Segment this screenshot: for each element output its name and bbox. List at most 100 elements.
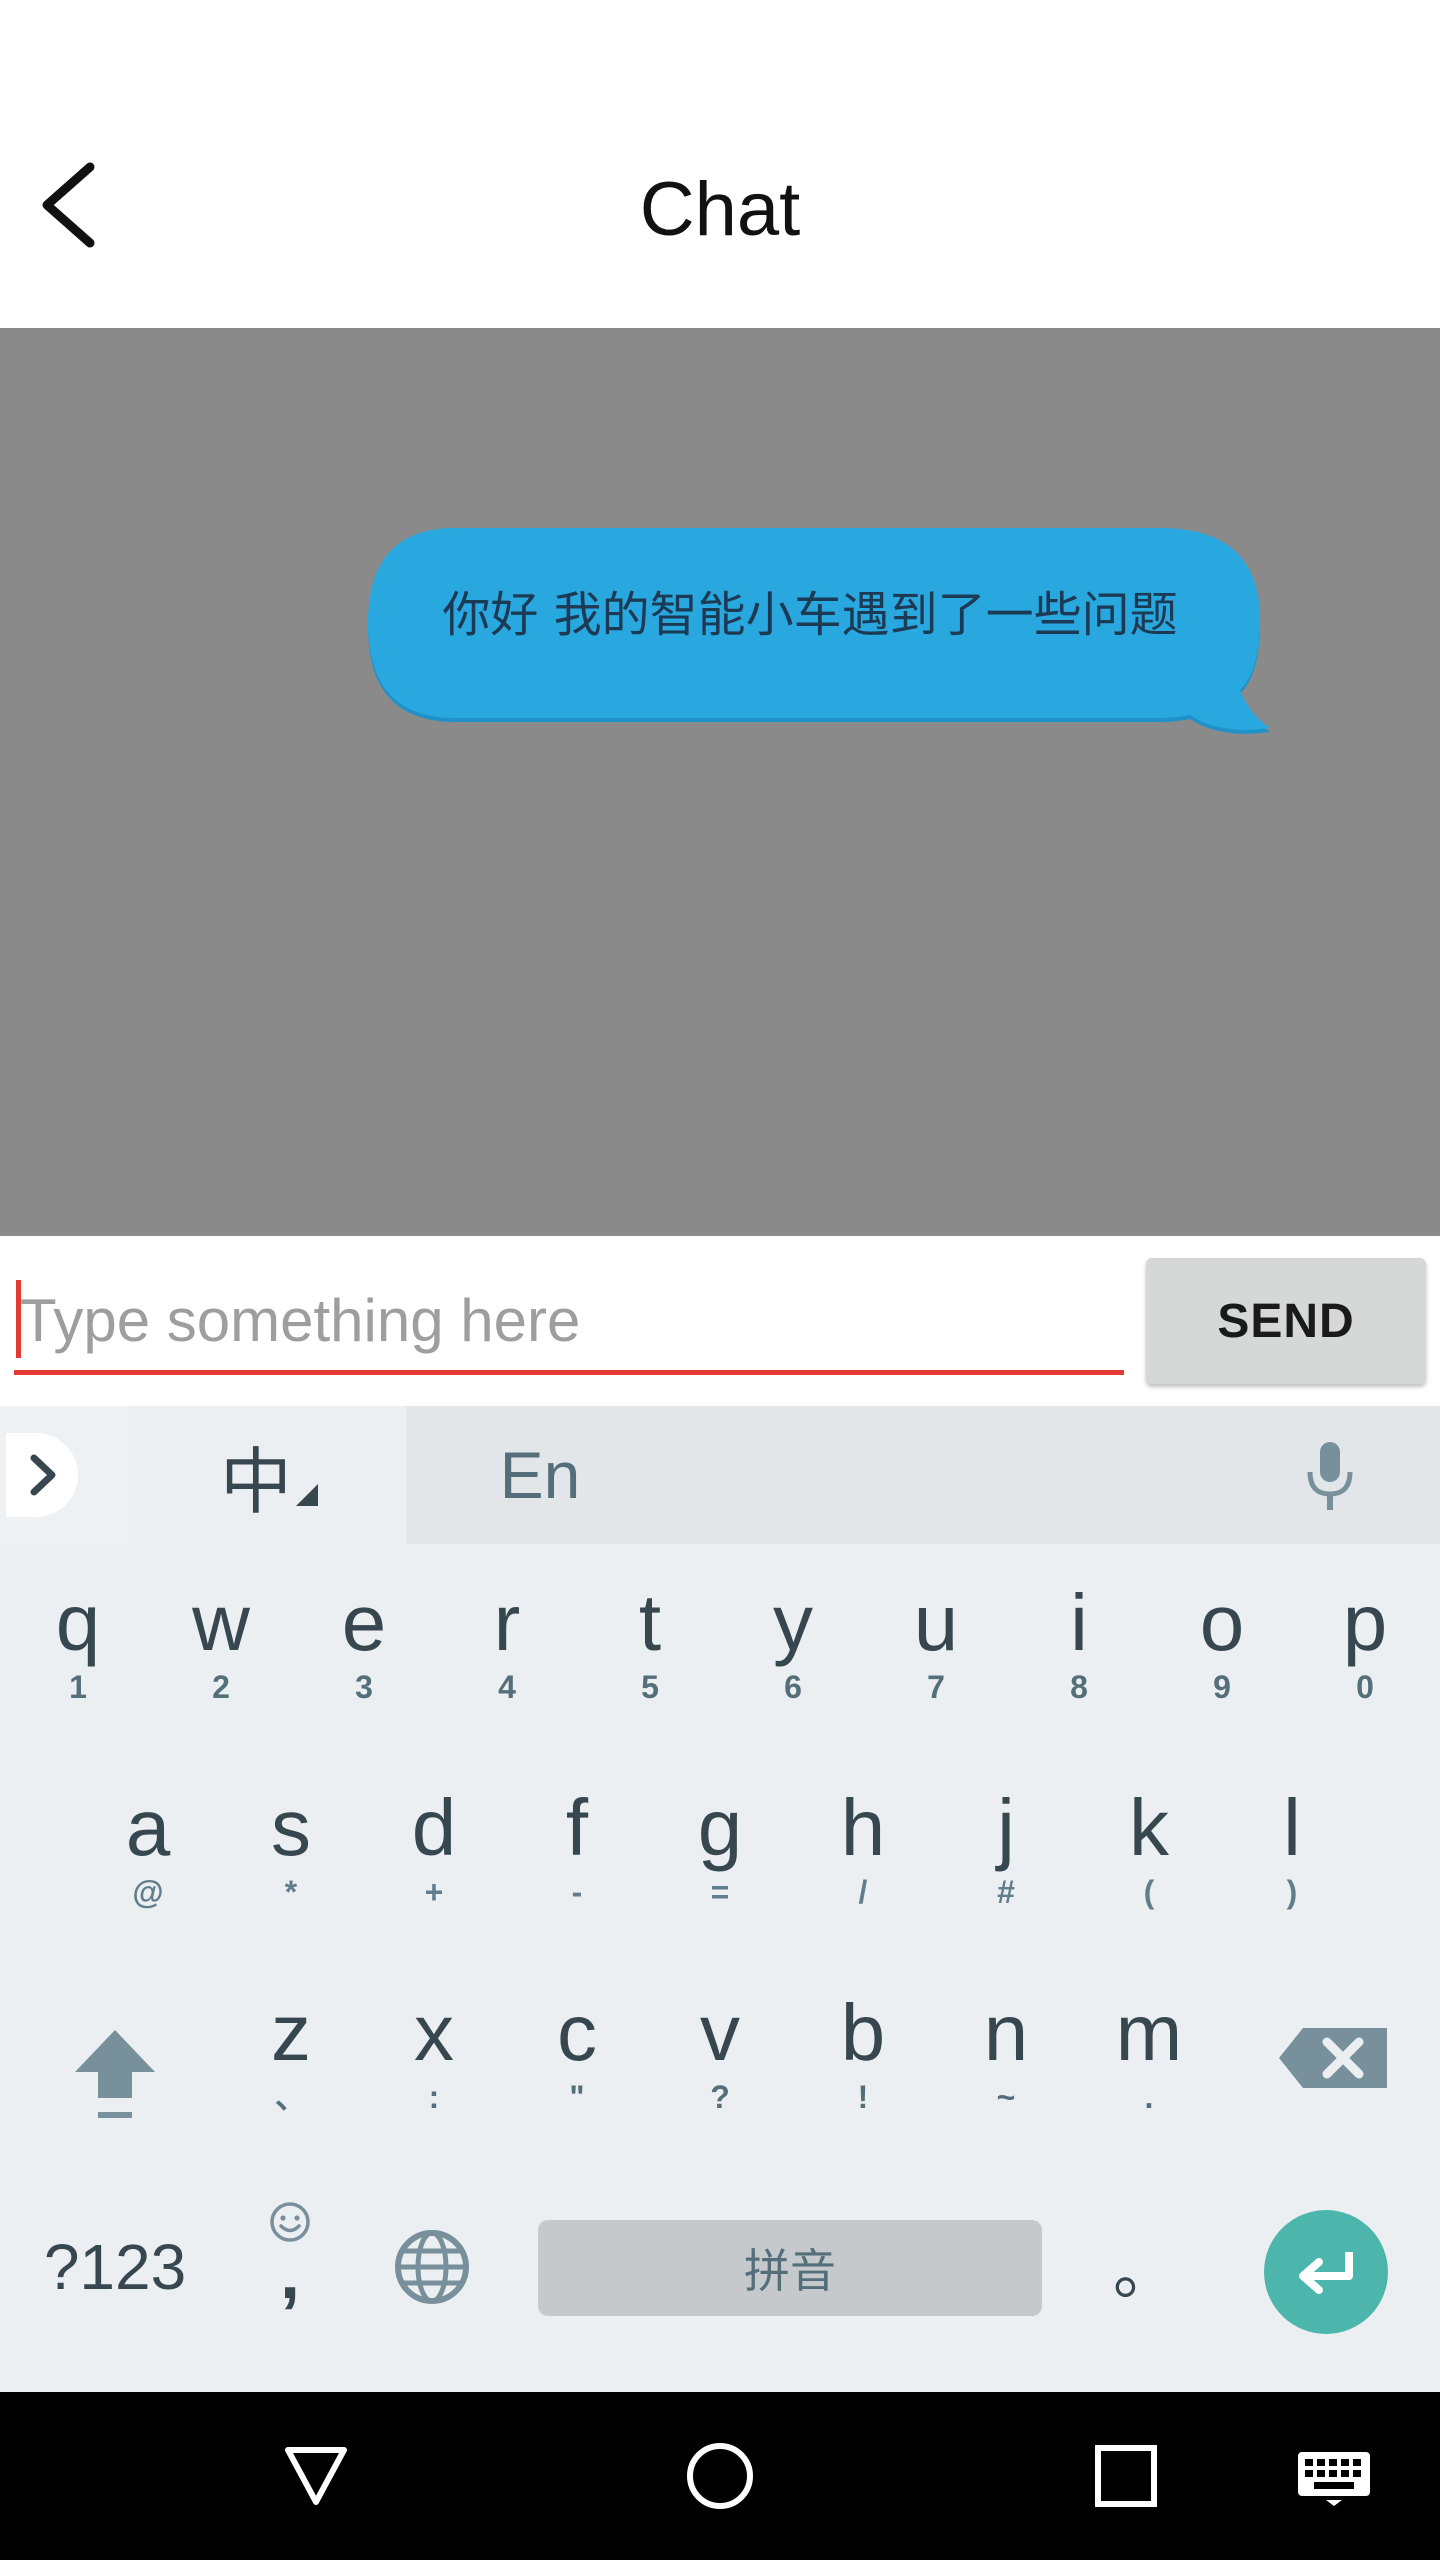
key-secondary-label: = [710, 1874, 730, 1910]
nav-recents-button[interactable] [1090, 2440, 1162, 2512]
key-label: o [1199, 1578, 1245, 1667]
key-d[interactable]: d + [369, 1780, 499, 1908]
key-label: e [341, 1578, 387, 1667]
key-secondary-label: 7 [927, 1669, 945, 1705]
key-e[interactable]: e3 [299, 1575, 429, 1703]
nav-home-button[interactable] [684, 2440, 756, 2512]
key-secondary-label: 4 [498, 1669, 516, 1705]
key-secondary-label: ? [710, 2079, 730, 2115]
language-chinese-button[interactable]: 中 [132, 1406, 406, 1544]
key-label: h [840, 1783, 886, 1872]
key-l[interactable]: l) [1227, 1780, 1357, 1908]
key-p[interactable]: p0 [1300, 1575, 1430, 1703]
key-t[interactable]: t5 [585, 1575, 715, 1703]
key-secondary-label: 9 [1213, 1669, 1231, 1705]
key-secondary-label: 2 [212, 1669, 230, 1705]
key-a[interactable]: a @ [83, 1780, 213, 1908]
key-label: s [271, 1783, 311, 1872]
key-label: t [638, 1578, 662, 1667]
nav-back-button[interactable] [280, 2440, 352, 2512]
mic-button[interactable] [1290, 1436, 1370, 1516]
key-secondary-label: + [424, 1874, 444, 1910]
keyboard-icon [1298, 2452, 1370, 2506]
key-secondary-label: ) [1286, 1874, 1298, 1910]
key-b[interactable]: b! [798, 1985, 928, 2113]
key-secondary-label: : [428, 2079, 440, 2115]
key-m[interactable]: m. [1084, 1985, 1214, 2113]
key-label: y [773, 1578, 813, 1667]
key-label: w [192, 1578, 250, 1667]
key-secondary-label: 1 [69, 1669, 87, 1705]
period-key[interactable]: 。 [1100, 2220, 1190, 2320]
message-bubble: 你好 我的智能小车遇到了一些问题 [360, 520, 1280, 740]
key-secondary-label: 6 [784, 1669, 802, 1705]
key-j[interactable]: j # [941, 1780, 1071, 1908]
key-v[interactable]: v? [655, 1985, 785, 2113]
key-x[interactable]: x: [369, 1985, 499, 2113]
key-y[interactable]: y6 [728, 1575, 858, 1703]
page-title: Chat [639, 167, 801, 252]
message-input[interactable] [14, 1270, 1124, 1375]
nav-keyboard-switch-button[interactable] [1296, 2450, 1372, 2506]
key-g[interactable]: g = [655, 1780, 785, 1908]
key-secondary-label: / [858, 1874, 868, 1910]
key-secondary-label: 5 [641, 1669, 659, 1705]
language-switch-key[interactable] [390, 2225, 474, 2309]
backspace-key[interactable] [1275, 2020, 1395, 2100]
key-secondary-label: @ [132, 1874, 164, 1910]
key-secondary-label: 、 [274, 2079, 307, 2115]
send-button[interactable]: SEND [1146, 1258, 1426, 1384]
language-english-button[interactable]: En [460, 1406, 620, 1544]
key-s[interactable]: s * [226, 1780, 356, 1908]
shift-arrow-icon [75, 2030, 155, 2118]
key-label: i [1070, 1578, 1088, 1667]
key-c[interactable]: c " [512, 1985, 642, 2113]
key-h[interactable]: h / [798, 1780, 928, 1908]
key-secondary-label: 8 [1070, 1669, 1088, 1705]
key-label: m [1115, 1988, 1183, 2077]
message-text: 你好 我的智能小车遇到了一些问题 [442, 587, 1178, 643]
key-w[interactable]: w2 [156, 1575, 286, 1703]
key-o[interactable]: o9 [1157, 1575, 1287, 1703]
mic-icon [1307, 1442, 1353, 1510]
key-z[interactable]: z、 [226, 1985, 356, 2113]
key-label: g [697, 1783, 743, 1872]
key-label: p [1342, 1578, 1388, 1667]
key-n[interactable]: n ~ [941, 1985, 1071, 2113]
key-label: q [55, 1578, 101, 1667]
key-label: r [493, 1578, 521, 1667]
chat-messages-area[interactable] [0, 328, 1440, 1236]
key-label: k [1129, 1783, 1169, 1872]
key-f[interactable]: f- [512, 1780, 642, 1908]
square-recents-icon [1095, 2445, 1157, 2507]
key-label: u [913, 1578, 959, 1667]
key-secondary-label: 0 [1356, 1669, 1374, 1705]
key-u[interactable]: u7 [871, 1575, 1001, 1703]
key-label: j [997, 1783, 1015, 1872]
key-k[interactable]: k( [1084, 1780, 1214, 1908]
key-label: d [411, 1783, 457, 1872]
key-label: f [565, 1783, 589, 1872]
key-secondary-label: ( [1143, 1874, 1155, 1910]
key-r[interactable]: r4 [442, 1575, 572, 1703]
triangle-back-icon [285, 2447, 347, 2505]
space-key[interactable]: 拼音 [538, 2220, 1042, 2316]
key-label: z [271, 1988, 311, 2077]
symbols-key[interactable]: ?123 [20, 2230, 210, 2304]
enter-key[interactable] [1264, 2210, 1388, 2334]
language-chinese-label: 中 [219, 1439, 292, 1524]
circle-home-icon [687, 2443, 753, 2509]
emoji-comma-key[interactable]: , [250, 2200, 330, 2340]
comma-label: , [279, 2234, 300, 2314]
key-secondary-label: - [571, 1874, 583, 1910]
key-secondary-label: ~ [996, 2079, 1016, 2115]
key-i[interactable]: i8 [1014, 1575, 1144, 1703]
backspace-icon [1279, 2028, 1387, 2088]
chevron-right-icon [30, 1454, 56, 1496]
globe-icon [395, 2230, 469, 2304]
key-secondary-label: 3 [355, 1669, 373, 1705]
key-q[interactable]: q1 [13, 1575, 143, 1703]
shift-key[interactable] [60, 2020, 170, 2130]
enter-arrow-icon [1299, 2252, 1353, 2294]
key-label: b [840, 1988, 886, 2077]
